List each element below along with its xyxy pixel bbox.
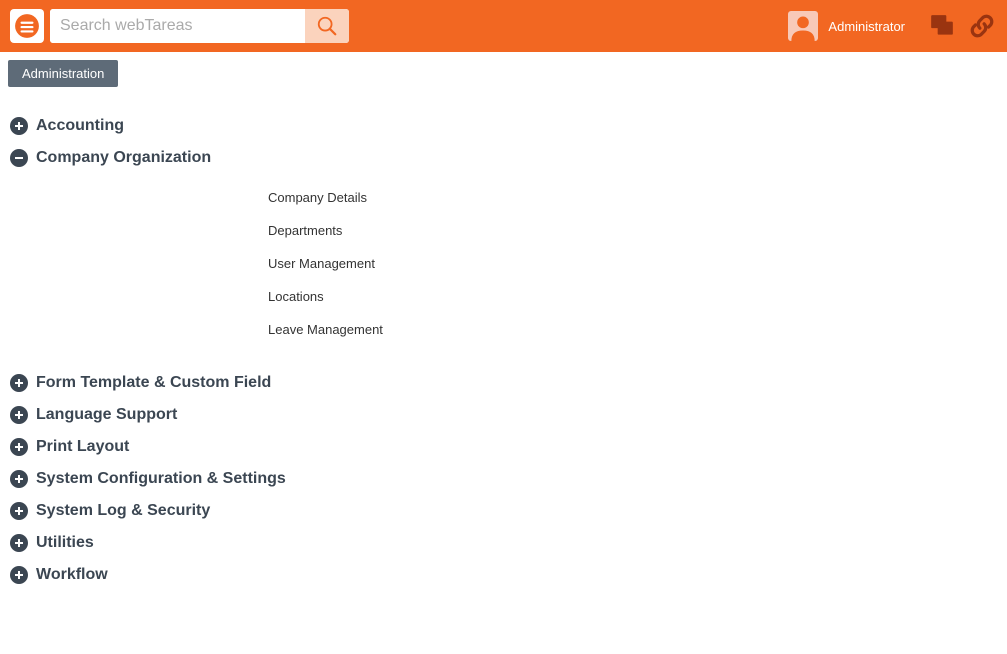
section-accounting[interactable]: Accounting: [10, 117, 997, 135]
subitem-locations[interactable]: Locations: [268, 280, 997, 313]
section-print-layout[interactable]: Print Layout: [10, 438, 997, 456]
expand-icon: [10, 502, 28, 520]
expand-icon: [10, 406, 28, 424]
section-title: Workflow: [36, 566, 108, 584]
expand-icon: [10, 374, 28, 392]
collapse-icon: [10, 149, 28, 167]
link-icon: [969, 13, 995, 39]
section-title: Company Organization: [36, 149, 211, 167]
section-title: Form Template & Custom Field: [36, 374, 271, 392]
search-wrap: [50, 9, 349, 43]
menu-icon: [14, 13, 40, 39]
expand-icon: [10, 438, 28, 456]
user-name[interactable]: Administrator: [828, 19, 905, 34]
expand-icon: [10, 534, 28, 552]
search-input[interactable]: [50, 9, 305, 43]
subitem-company-details[interactable]: Company Details: [268, 181, 997, 214]
avatar[interactable]: [788, 11, 818, 41]
section-title: Print Layout: [36, 438, 129, 456]
subitem-departments[interactable]: Departments: [268, 214, 997, 247]
subitem-user-management[interactable]: User Management: [268, 247, 997, 280]
chat-icon: [929, 13, 955, 39]
link-button[interactable]: [967, 11, 997, 41]
chat-button[interactable]: [927, 11, 957, 41]
app-logo[interactable]: [10, 9, 44, 43]
breadcrumb[interactable]: Administration: [8, 60, 118, 87]
avatar-icon: [789, 13, 817, 41]
expand-icon: [10, 117, 28, 135]
section-title: Utilities: [36, 534, 94, 552]
section-language-support[interactable]: Language Support: [10, 406, 997, 424]
section-system-log[interactable]: System Log & Security: [10, 502, 997, 520]
expand-icon: [10, 566, 28, 584]
section-title: System Log & Security: [36, 502, 210, 520]
section-title: Accounting: [36, 117, 124, 135]
section-utilities[interactable]: Utilities: [10, 534, 997, 552]
company-organization-items: Company Details Departments User Managem…: [268, 181, 997, 346]
section-title: Language Support: [36, 406, 177, 424]
section-title: System Configuration & Settings: [36, 470, 286, 488]
expand-icon: [10, 470, 28, 488]
admin-content: Accounting Company Organization Company …: [0, 87, 1007, 618]
section-workflow[interactable]: Workflow: [10, 566, 997, 584]
section-company-organization[interactable]: Company Organization: [10, 149, 997, 167]
section-system-config[interactable]: System Configuration & Settings: [10, 470, 997, 488]
search-button[interactable]: [305, 9, 349, 43]
subitem-leave-management[interactable]: Leave Management: [268, 313, 997, 346]
search-icon: [316, 15, 338, 37]
header-bar: Administrator: [0, 0, 1007, 52]
section-form-template[interactable]: Form Template & Custom Field: [10, 374, 997, 392]
